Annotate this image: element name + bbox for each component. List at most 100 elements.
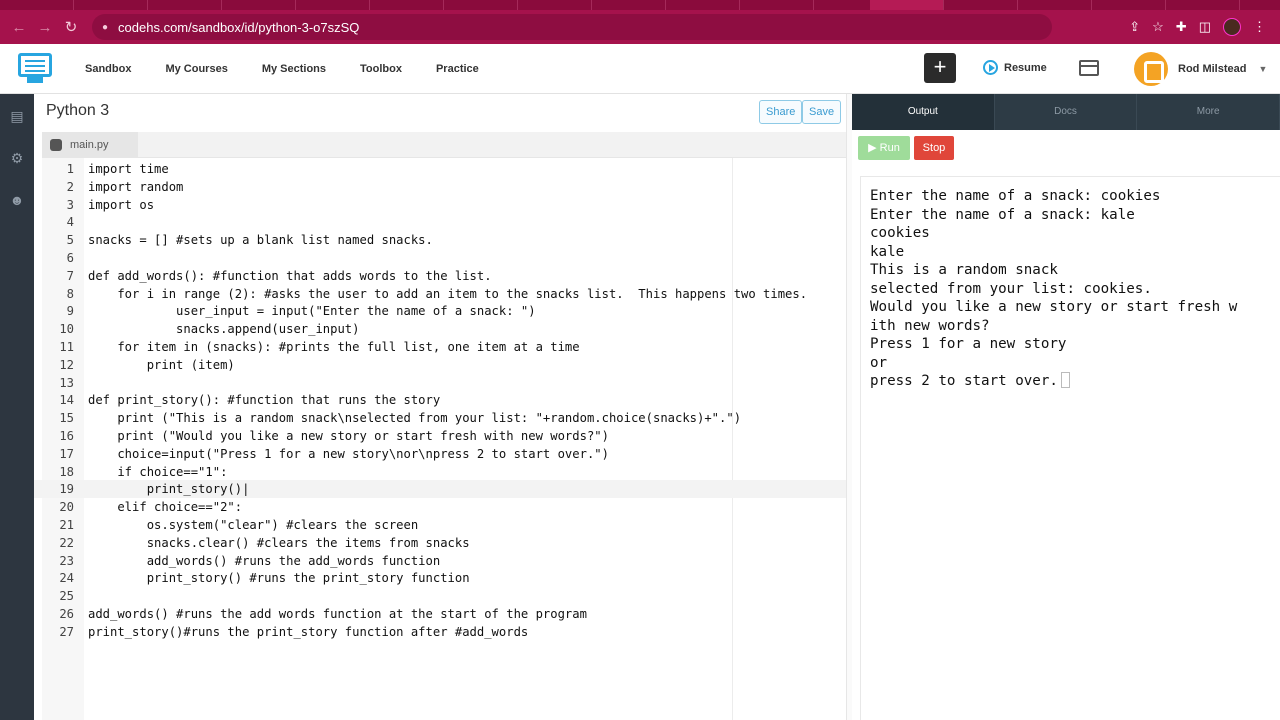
code-line[interactable]: 8 for i in range (2): #asks the user to … xyxy=(34,285,850,303)
code-text[interactable]: print_story() #runs the print_story func… xyxy=(88,569,470,587)
browser-tab[interactable] xyxy=(370,0,444,10)
code-text[interactable]: elif choice=="2": xyxy=(88,498,242,516)
code-text[interactable]: for i in range (2): #asks the user to ad… xyxy=(88,285,807,303)
browser-tab[interactable] xyxy=(444,0,518,10)
code-text[interactable]: def add_words(): #function that adds wor… xyxy=(88,267,492,285)
create-plus-button[interactable]: + xyxy=(924,53,956,83)
console-output[interactable]: Enter the name of a snack: cookies Enter… xyxy=(860,176,1280,720)
line-number: 11 xyxy=(59,340,74,354)
stop-button[interactable]: Stop xyxy=(914,136,954,160)
code-text[interactable]: def print_story(): #function that runs t… xyxy=(88,391,440,409)
code-text[interactable]: print ("This is a random snack\nselected… xyxy=(88,409,741,427)
url-field[interactable]: ● codehs.com/sandbox/id/python-3-o7szSQ xyxy=(92,14,1052,40)
code-line[interactable]: 18 if choice=="1": xyxy=(34,463,850,481)
code-line[interactable]: 22 snacks.clear() #clears the items from… xyxy=(34,534,850,552)
codehs-logo-icon[interactable] xyxy=(18,52,52,85)
code-text[interactable]: print ("Would you like a new story or st… xyxy=(88,427,609,445)
file-tab-main-py[interactable]: main.py xyxy=(42,132,138,158)
code-line[interactable]: 7 def add_words(): #function that adds wo… xyxy=(34,267,850,285)
browser-tab[interactable] xyxy=(1092,0,1166,10)
browser-profile-avatar[interactable] xyxy=(1223,18,1241,36)
code-line[interactable]: 27 print_story()#runs the print_story fun… xyxy=(34,623,850,641)
browser-tab[interactable] xyxy=(944,0,1018,10)
code-text[interactable]: print_story()#runs the print_story funct… xyxy=(88,623,528,641)
browser-tab[interactable] xyxy=(74,0,148,10)
code-line[interactable]: 15 print ("This is a random snack\nselec… xyxy=(34,409,850,427)
code-line[interactable]: 6 xyxy=(34,249,850,267)
tab-docs[interactable]: Docs xyxy=(995,94,1138,130)
sidebar-icon[interactable]: ◫ xyxy=(1199,19,1211,35)
lessons-icon[interactable] xyxy=(1079,60,1099,76)
save-button[interactable]: Save xyxy=(802,100,842,124)
nav-my-courses[interactable]: My Courses xyxy=(165,63,227,75)
bookmark-star-icon[interactable]: ☆ xyxy=(1152,19,1164,35)
code-line[interactable]: 3 import os xyxy=(34,196,850,214)
nav-practice[interactable]: Practice xyxy=(436,63,479,75)
code-line[interactable]: 24 print_story() #runs the print_story f… xyxy=(34,569,850,587)
browser-tab[interactable] xyxy=(296,0,370,10)
run-button[interactable]: ▶ Run xyxy=(858,136,910,160)
code-line[interactable]: 17 choice=input("Press 1 for a new story… xyxy=(34,445,850,463)
code-line[interactable]: 10 snacks.append(user_input) xyxy=(34,320,850,338)
nav-my-sections[interactable]: My Sections xyxy=(262,63,326,75)
user-menu[interactable]: Rod Milstead ▼ xyxy=(1134,52,1267,86)
code-line[interactable]: 11 for item in (snacks): #prints the ful… xyxy=(34,338,850,356)
files-icon[interactable]: ▤ xyxy=(9,108,25,124)
nav-sandbox[interactable]: Sandbox xyxy=(85,63,131,75)
code-line[interactable]: 21 os.system("clear") #clears the screen xyxy=(34,516,850,534)
code-line[interactable]: 19 print_story()| xyxy=(34,480,850,499)
code-text[interactable]: print_story()| xyxy=(88,480,250,498)
tab-more[interactable]: More xyxy=(1137,94,1280,130)
code-line[interactable]: 2 import random xyxy=(34,178,850,196)
browser-tab[interactable] xyxy=(518,0,592,10)
code-line[interactable]: 1 import time xyxy=(34,160,850,178)
code-line[interactable]: 26 add_words() #runs the add words functi… xyxy=(34,605,850,623)
browser-tab[interactable] xyxy=(1166,0,1240,10)
back-arrow-icon[interactable]: ← xyxy=(6,19,32,36)
code-text[interactable]: os.system("clear") #clears the screen xyxy=(88,516,419,534)
browser-tab[interactable] xyxy=(0,0,74,10)
browser-tab[interactable] xyxy=(740,0,814,10)
code-line[interactable]: 9 user_input = input("Enter the name of … xyxy=(34,302,850,320)
reload-icon[interactable]: ↻ xyxy=(58,18,84,36)
code-line[interactable]: 5 snacks = [] #sets up a blank list named… xyxy=(34,231,850,249)
code-text[interactable]: import random xyxy=(88,178,183,196)
forward-arrow-icon[interactable]: → xyxy=(32,19,58,36)
browser-menu-icon[interactable]: ⋮ xyxy=(1253,19,1266,35)
browser-tab-active[interactable] xyxy=(870,0,944,10)
code-line[interactable]: 12 print (item) xyxy=(34,356,850,374)
share-page-icon[interactable]: ⇪ xyxy=(1129,19,1140,35)
share-button[interactable]: Share xyxy=(759,100,803,124)
tab-output[interactable]: Output xyxy=(852,94,995,130)
code-text[interactable]: snacks = [] #sets up a blank list named … xyxy=(88,231,433,249)
code-line[interactable]: 23 add_words() #runs the add_words funct… xyxy=(34,552,850,570)
code-text[interactable]: snacks.append(user_input) xyxy=(88,320,359,338)
browser-tab[interactable] xyxy=(1018,0,1092,10)
code-text[interactable]: if choice=="1": xyxy=(88,463,227,481)
code-text[interactable]: add_words() #runs the add_words function xyxy=(88,552,441,570)
gear-icon[interactable]: ⚙ xyxy=(9,150,25,166)
users-icon[interactable]: ☻ xyxy=(9,192,25,208)
code-text[interactable]: add_words() #runs the add words function… xyxy=(88,605,587,623)
code-line[interactable]: 4 xyxy=(34,213,850,231)
code-text[interactable]: import os xyxy=(88,196,154,214)
browser-tab[interactable] xyxy=(222,0,296,10)
code-text[interactable]: print (item) xyxy=(88,356,235,374)
code-text[interactable]: snacks.clear() #clears the items from sn… xyxy=(88,534,470,552)
code-text[interactable]: import time xyxy=(88,160,169,178)
code-text[interactable]: for item in (snacks): #prints the full l… xyxy=(88,338,579,356)
extensions-icon[interactable]: ✚ xyxy=(1176,19,1187,35)
resume-button[interactable]: Resume xyxy=(983,60,1047,75)
code-line[interactable]: 16 print ("Would you like a new story or… xyxy=(34,427,850,445)
code-line[interactable]: 14 def print_story(): #function that runs… xyxy=(34,391,850,409)
browser-tab[interactable] xyxy=(148,0,222,10)
browser-tab[interactable] xyxy=(666,0,740,10)
code-text[interactable]: user_input = input("Enter the name of a … xyxy=(88,302,536,320)
browser-tab[interactable] xyxy=(592,0,666,10)
code-line[interactable]: 25 xyxy=(34,587,850,605)
nav-toolbox[interactable]: Toolbox xyxy=(360,63,402,75)
code-line[interactable]: 20 elif choice=="2": xyxy=(34,498,850,516)
code-line[interactable]: 13 xyxy=(34,374,850,392)
input-cursor[interactable] xyxy=(1060,372,1070,388)
code-text[interactable]: choice=input("Press 1 for a new story\no… xyxy=(88,445,609,463)
